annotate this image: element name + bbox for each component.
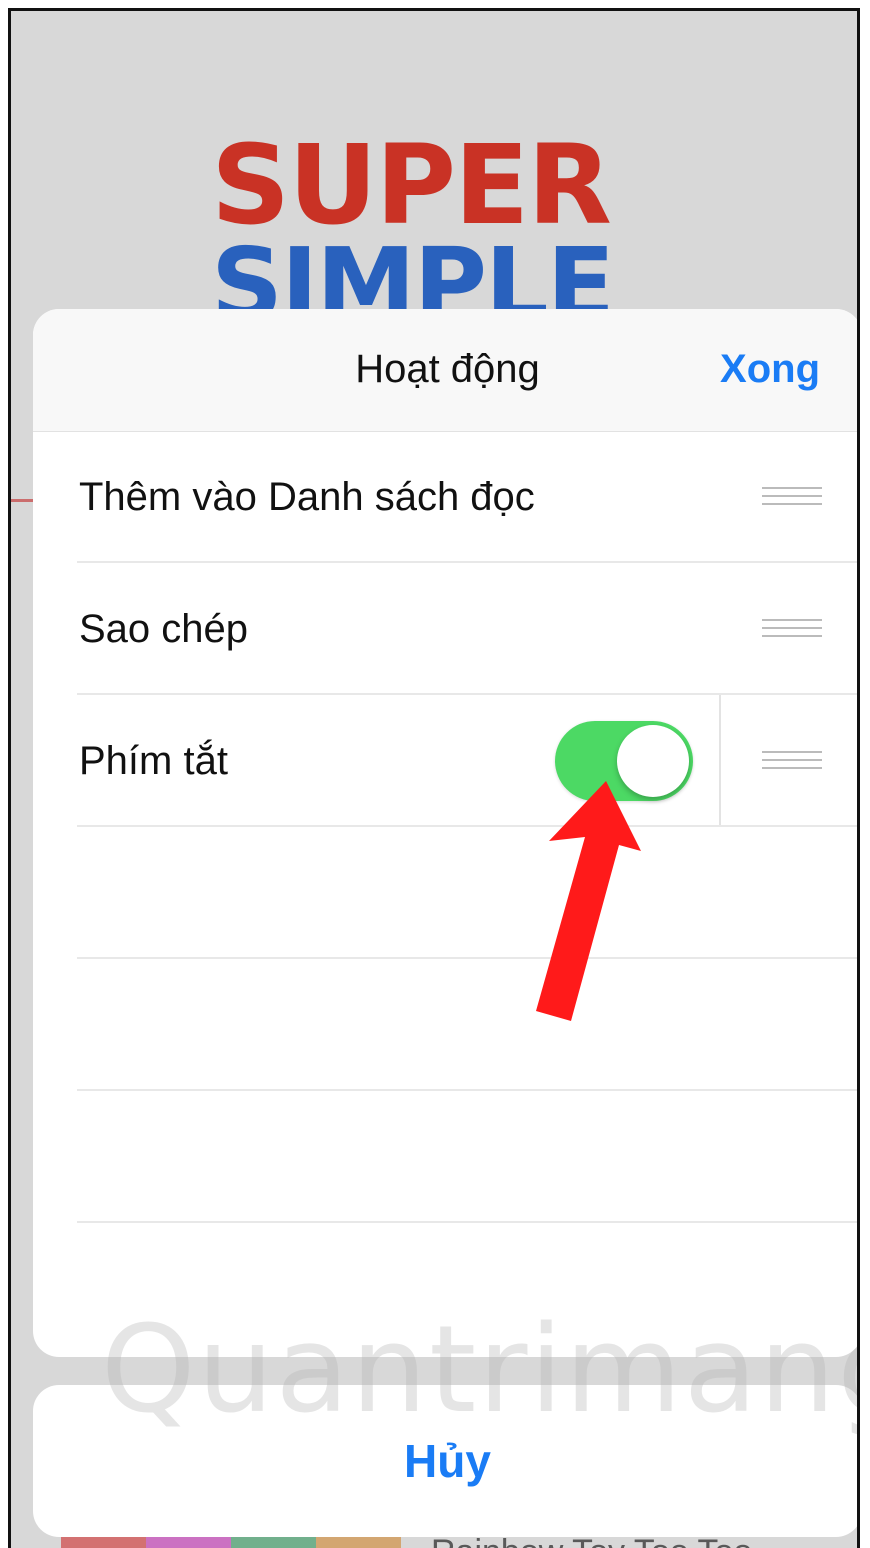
toggle-knob [617,725,689,797]
empty-row [33,827,857,959]
row-label: Phím tắt [79,739,228,783]
row-add-reading-list[interactable]: Thêm vào Danh sách đọc [33,431,857,563]
sheet-header: Hoạt động Xong [33,309,857,432]
screen-frame: SUPER SIMPLE Rainbow Toy Too Too Hoạt độ… [8,8,860,1548]
empty-row [33,1091,857,1223]
empty-row [33,959,857,1091]
activities-sheet: Hoạt động Xong Thêm vào Danh sách đọc Sa… [33,309,857,1357]
cancel-button[interactable]: Hủy [33,1385,857,1537]
row-divider [77,1221,857,1223]
done-button[interactable]: Xong [720,347,820,392]
row-label: Sao chép [79,607,249,651]
reorder-handle-icon[interactable] [762,751,822,771]
cancel-label: Hủy [404,1435,491,1487]
shortcuts-toggle[interactable] [555,721,693,801]
row-label: Thêm vào Danh sách đọc [79,475,535,519]
row-shortcuts[interactable]: Phím tắt [33,695,857,827]
reorder-handle-icon[interactable] [762,619,822,639]
reorder-handle-icon[interactable] [762,487,822,507]
row-copy[interactable]: Sao chép [33,563,857,695]
vertical-separator [719,695,721,827]
